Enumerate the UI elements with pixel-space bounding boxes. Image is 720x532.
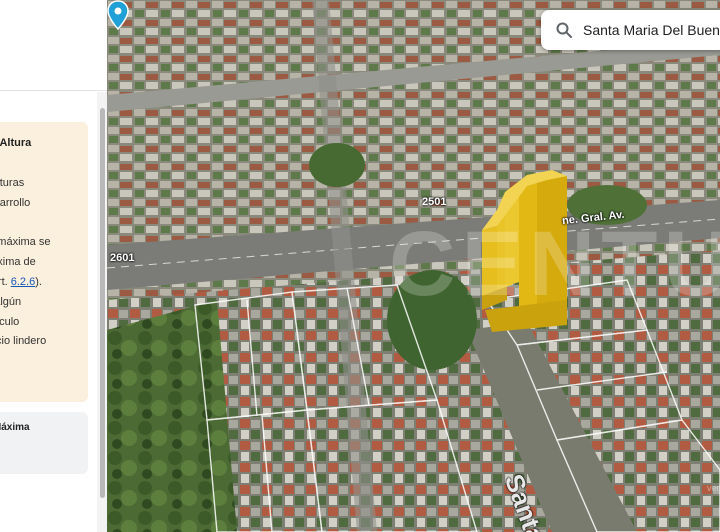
card-text-line: te algún bbox=[0, 296, 22, 308]
search-icon[interactable] bbox=[556, 22, 572, 38]
road-number-label: 2601 bbox=[110, 252, 135, 264]
road-number-label: 2501 bbox=[422, 196, 447, 208]
card-text-line: Máxima de bbox=[0, 256, 36, 268]
map-3d-view[interactable]: 2501 2601 ne. Gral. Av. Santa CENTURY 21… bbox=[107, 0, 720, 532]
tree-area bbox=[107, 300, 237, 532]
scrollbar-thumb[interactable] bbox=[100, 108, 105, 498]
card-text-line: ad máxima se bbox=[0, 236, 51, 248]
card-text-line: Artículo bbox=[0, 316, 20, 328]
card-text-line: desarrollo bbox=[0, 197, 31, 209]
article-link[interactable]: 6.2.6 bbox=[11, 276, 35, 288]
location-pin-icon[interactable] bbox=[107, 0, 129, 30]
card-title: n Máxima bbox=[0, 422, 30, 433]
max-info-card: n Máxima bbox=[0, 412, 88, 474]
card-text-line: dificio lindero bbox=[0, 335, 47, 347]
article-suffix: ). bbox=[35, 276, 42, 288]
article-prefix: n Art. bbox=[0, 276, 8, 288]
panel-header bbox=[0, 0, 107, 91]
height-info-card: de Altura e alturas desarrollo es ad máx… bbox=[0, 122, 88, 402]
card-title: de Altura bbox=[0, 137, 32, 149]
card-text-line: n Art. 6.2.6). bbox=[0, 276, 42, 288]
watermark: CENTURY 21 bbox=[389, 213, 720, 315]
search-input[interactable]: Santa Maria Del Buen A bbox=[583, 22, 720, 38]
watermark-small: ventas@century21... bbox=[707, 483, 720, 493]
search-box[interactable]: Santa Maria Del Buen A bbox=[541, 10, 720, 50]
side-panel: de Altura e alturas desarrollo es ad máx… bbox=[0, 0, 107, 532]
card-text-line: e alturas bbox=[0, 177, 25, 189]
